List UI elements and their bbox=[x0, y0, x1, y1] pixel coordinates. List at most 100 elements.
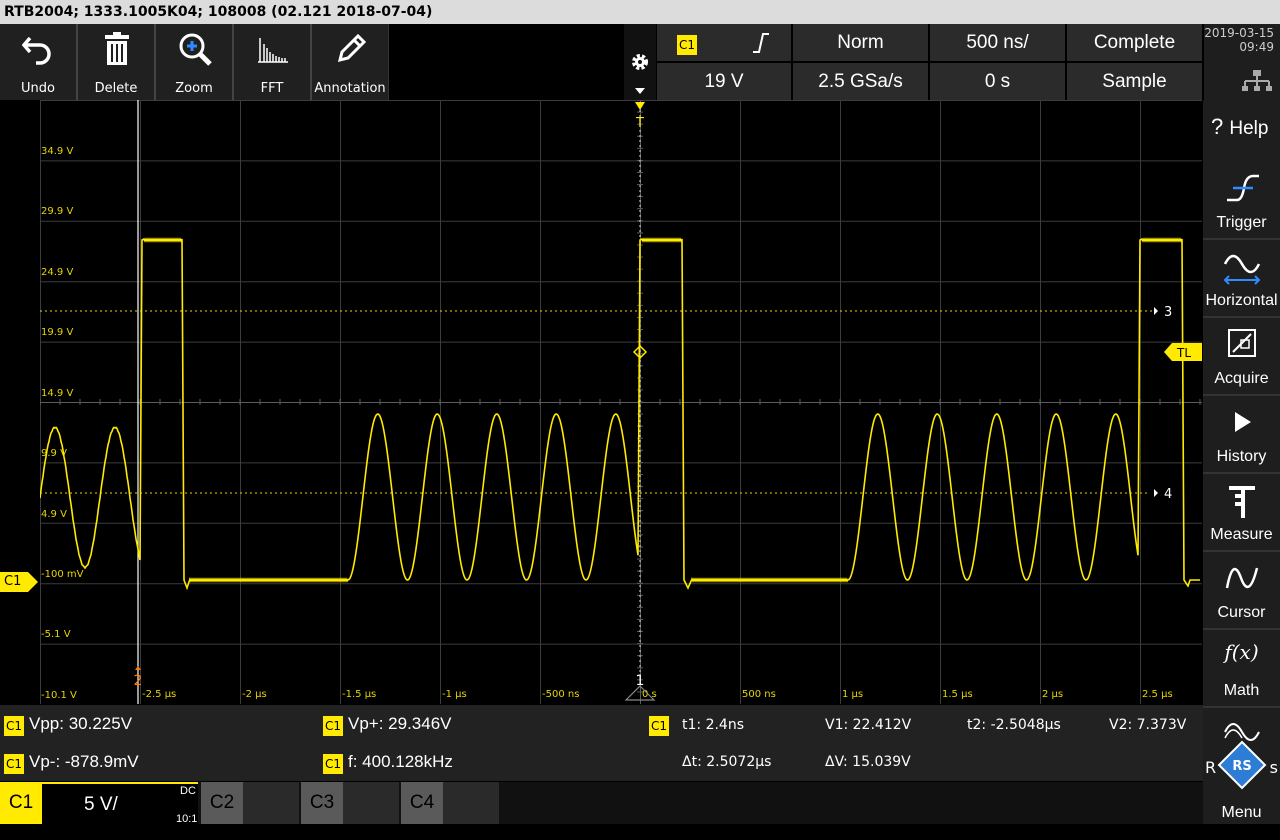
vpp-badge: C1 bbox=[4, 716, 24, 736]
measure-button[interactable]: Measure bbox=[1203, 474, 1280, 552]
vpplus-value: Vp+: 29.346V bbox=[348, 714, 452, 733]
y-axis-label: 14.9 V bbox=[41, 388, 73, 399]
vpminus-value: Vp-: -878.9mV bbox=[29, 752, 139, 771]
ch3-button[interactable]: C3 bbox=[301, 782, 343, 824]
acquire-button[interactable]: Acquire bbox=[1203, 318, 1280, 396]
trash-icon bbox=[105, 32, 129, 65]
x-axis-labels: -2.5 µs -2 µs -1.5 µs -1 µs -500 ns 0 s 500 ns… bbox=[142, 689, 1173, 700]
ch1-button[interactable]: C1 bbox=[0, 782, 42, 824]
ch1-offset-marker[interactable]: C1 bbox=[0, 572, 38, 592]
cursor-button[interactable]: Cursor bbox=[1203, 552, 1280, 630]
fft-button[interactable]: FFT bbox=[234, 24, 312, 100]
trigger-mode-cell[interactable]: Norm bbox=[793, 24, 928, 61]
timebase-cell[interactable]: 500 ns/ bbox=[930, 24, 1065, 61]
acquisition-mode: Sample bbox=[1102, 71, 1167, 92]
timebase: 500 ns/ bbox=[966, 32, 1029, 53]
right-menu: ? Help Trigger Horizontal Acquire Histor… bbox=[1203, 100, 1280, 824]
horizontal-button[interactable]: Horizontal bbox=[1203, 240, 1280, 318]
acquire-label: Acquire bbox=[1214, 370, 1269, 387]
zoom-button[interactable]: Zoom bbox=[156, 24, 234, 100]
ch2-scale-button[interactable] bbox=[243, 782, 299, 824]
ch4-scale-button[interactable] bbox=[443, 782, 499, 824]
delta-t-value: Δt: 2.5072µs bbox=[682, 754, 772, 770]
history-button[interactable]: History bbox=[1203, 396, 1280, 474]
trigger-position-marker[interactable] bbox=[635, 102, 645, 110]
y-axis-label: 29.9 V bbox=[41, 206, 73, 217]
measurement-results[interactable]: C1 Vpp: 30.225V C1 Vp+: 29.346V C1 Vp-: … bbox=[0, 705, 638, 781]
ch4-label: C4 bbox=[409, 792, 435, 813]
ch2-label: C2 bbox=[209, 792, 235, 813]
v1-value: V1: 22.412V bbox=[825, 717, 912, 733]
trigger-level-label: TL bbox=[1176, 346, 1191, 360]
trigger-icon bbox=[1227, 174, 1259, 202]
fx-icon: f(x) bbox=[1224, 640, 1259, 664]
ch1-scale-button[interactable]: 5 V/ DC 10:1 bbox=[42, 782, 198, 826]
rs-logo-icon: RS bbox=[1217, 740, 1267, 790]
math-label: Math bbox=[1223, 682, 1260, 699]
title-bar: RTB2004; 1333.1005K04; 108008 (02.121 20… bbox=[0, 0, 1280, 24]
y-axis-label: 24.9 V bbox=[41, 267, 73, 278]
cursor-3-arrow bbox=[1154, 307, 1158, 315]
fft-icon bbox=[258, 38, 288, 63]
graticule bbox=[40, 100, 1202, 704]
ch1-waveform bbox=[40, 237, 1200, 591]
t1-value: t1: 2.4ns bbox=[682, 717, 744, 733]
acquire-icon bbox=[1228, 329, 1256, 357]
help-icon: ? bbox=[1211, 114, 1224, 139]
menu-label: Menu bbox=[1221, 804, 1262, 821]
trigger-button[interactable]: Trigger bbox=[1203, 162, 1280, 240]
network-icon bbox=[1242, 70, 1272, 91]
undo-label: Undo bbox=[21, 81, 55, 96]
cursor-icon bbox=[1225, 567, 1259, 589]
help-label: Help bbox=[1229, 118, 1269, 139]
y-axis-label: -5.1 V bbox=[41, 629, 71, 640]
cursor-4-arrow bbox=[1154, 489, 1158, 497]
ch1-label: C1 bbox=[8, 792, 34, 813]
undo-button[interactable]: Undo bbox=[0, 24, 78, 100]
x-axis-label: 500 ns bbox=[742, 689, 776, 700]
horizontal-position-cell[interactable]: 0 s bbox=[930, 63, 1065, 100]
zoom-label: Zoom bbox=[175, 81, 213, 96]
cursor-2-label: 2 bbox=[134, 673, 143, 689]
delete-button[interactable]: Delete bbox=[78, 24, 156, 100]
trigger-mode: Norm bbox=[837, 32, 884, 53]
ch2-button[interactable]: C2 bbox=[201, 782, 243, 824]
chevron-down-icon bbox=[635, 88, 645, 94]
y-axis-label: -10.1 V bbox=[41, 690, 77, 701]
vpplus-badge: C1 bbox=[323, 716, 343, 736]
acquisition-state-cell[interactable]: Complete bbox=[1067, 24, 1202, 61]
trigger-source-cell[interactable]: C1 bbox=[657, 24, 791, 61]
sample-rate-cell[interactable]: 2.5 GSa/s bbox=[793, 63, 928, 100]
y-axis-label: -100 mV bbox=[41, 569, 84, 580]
vpp-value: Vpp: 30.225V bbox=[29, 714, 133, 733]
history-label: History bbox=[1216, 448, 1267, 465]
title-text: RTB2004; 1333.1005K04; 108008 (02.121 20… bbox=[4, 4, 433, 20]
ref-menu-button[interactable]: R s RS Menu bbox=[1203, 708, 1280, 824]
annotation-button[interactable]: Annotation bbox=[312, 24, 388, 100]
y-axis-label: 4.9 V bbox=[41, 509, 67, 520]
y-axis-label: 34.9 V bbox=[41, 146, 73, 157]
cursor-label: Cursor bbox=[1217, 604, 1266, 621]
settings-button[interactable] bbox=[624, 24, 656, 100]
fft-label: FFT bbox=[260, 81, 284, 96]
play-icon bbox=[1235, 412, 1251, 432]
trigger-level-cell[interactable]: 19 V bbox=[657, 63, 791, 100]
math-button[interactable]: f(x) Math bbox=[1203, 630, 1280, 708]
date: 2019-03-15 bbox=[1204, 26, 1274, 40]
cursor-results[interactable]: C1 t1: 2.4ns V1: 22.412V t2: -2.5048µs V… bbox=[640, 705, 1203, 781]
trigger-marker-label: T bbox=[635, 116, 644, 131]
waveform-display[interactable]: 34.9 V29.9 V24.9 V19.9 V14.9 V9.9 V4.9 V… bbox=[40, 100, 1202, 704]
undo-icon bbox=[22, 36, 51, 65]
v2-value: V2: 7.373V bbox=[1109, 717, 1187, 733]
x-axis-label: 1.5 µs bbox=[942, 689, 973, 700]
ch3-label: C3 bbox=[309, 792, 335, 813]
gear-icon bbox=[632, 54, 648, 70]
acquisition-mode-cell[interactable]: Sample bbox=[1067, 63, 1202, 100]
acquisition-state: Complete bbox=[1093, 32, 1176, 53]
ch3-scale-button[interactable] bbox=[343, 782, 399, 824]
delta-v-value: ΔV: 15.039V bbox=[825, 754, 911, 770]
ch4-button[interactable]: C4 bbox=[401, 782, 443, 824]
horizontal-position: 0 s bbox=[984, 71, 1011, 92]
ch1-marker-label: C1 bbox=[4, 574, 22, 589]
rising-edge-icon bbox=[753, 33, 769, 53]
